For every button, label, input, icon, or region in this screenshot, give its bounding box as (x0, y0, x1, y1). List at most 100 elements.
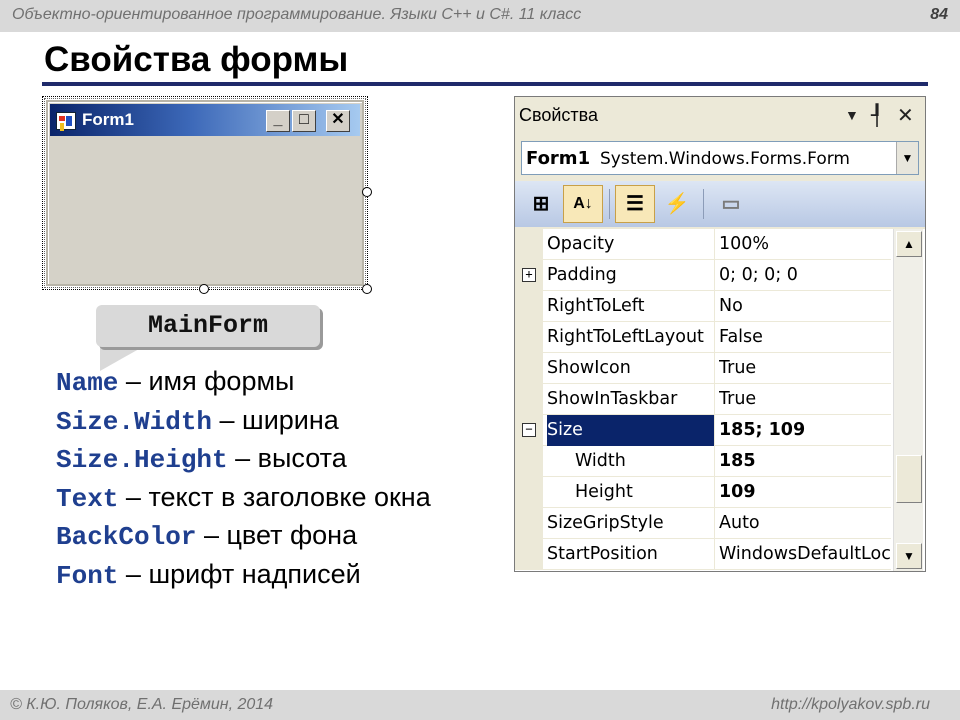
property-code: Font (56, 560, 119, 591)
list-item: Font – шрифт надписей (56, 559, 431, 598)
properties-title: Свойства (519, 105, 599, 125)
row-margin (515, 539, 543, 570)
property-description: – имя формы (118, 366, 295, 396)
categorized-icon[interactable]: ⊞ (521, 185, 561, 223)
bottom-bar: © К.Ю. Поляков, Е.А. Ерёмин, 2014 http:/… (0, 690, 960, 720)
table-row[interactable]: Opacity 100% (515, 229, 891, 260)
property-value[interactable]: 100% (719, 229, 891, 260)
property-value[interactable]: No (719, 291, 891, 322)
vertical-scrollbar[interactable]: ▲ ▼ (893, 229, 923, 571)
object-selector[interactable]: Form1 System.Windows.Forms.Form ▼ (521, 141, 919, 175)
list-item: Name – имя формы (56, 366, 431, 405)
footer-authors: © К.Ю. Поляков, Е.А. Ерёмин, 2014 (10, 696, 274, 713)
property-pages-icon[interactable]: ▭ (711, 185, 751, 223)
row-margin: − (515, 415, 543, 446)
property-value[interactable]: 185 (719, 446, 891, 477)
minimize-button[interactable]: _ (266, 110, 290, 132)
property-name[interactable]: Width (547, 446, 715, 477)
property-code: Size.Width (56, 406, 213, 437)
list-item: Size.Width – ширина (56, 405, 431, 444)
footer-url[interactable]: http://kpolyakov.spb.ru (771, 696, 930, 714)
property-description: – текст в заголовке окна (118, 481, 431, 512)
property-grid: Opacity 100% + Padding 0; 0; 0; 0 RightT… (515, 229, 925, 571)
resize-handle-corner[interactable] (362, 284, 372, 294)
property-value[interactable]: WindowsDefaultLocation (719, 539, 891, 570)
properties-header: Свойства ▼ ┦ ✕ (515, 97, 925, 133)
form-name-callout: MainForm (96, 305, 320, 347)
property-value[interactable]: True (719, 384, 891, 415)
property-name[interactable]: RightToLeft (547, 291, 715, 322)
collapse-minus-icon[interactable]: − (522, 423, 536, 437)
pin-icon[interactable]: ┦ (871, 103, 883, 128)
property-code: Size.Height (56, 445, 228, 475)
property-description: – ширина (212, 404, 339, 435)
designer-form[interactable]: Form1 _ □ ✕ (46, 100, 364, 286)
scroll-thumb[interactable] (896, 455, 922, 503)
table-row[interactable]: ShowIcon True (515, 353, 891, 384)
table-row[interactable]: + Padding 0; 0; 0; 0 (515, 260, 891, 291)
close-icon[interactable]: ✕ (897, 103, 914, 128)
table-row[interactable]: Width 185 (515, 446, 891, 477)
row-margin (515, 508, 543, 539)
row-margin: + (515, 260, 543, 291)
property-value[interactable]: True (719, 353, 891, 384)
form-titlebar[interactable]: Form1 _ □ ✕ (50, 104, 360, 136)
property-name[interactable]: ShowInTaskbar (547, 384, 715, 415)
property-code: BackColor (56, 522, 197, 552)
table-row[interactable]: SizeGripStyle Auto (515, 508, 891, 539)
table-row[interactable]: ShowInTaskbar True (515, 384, 891, 415)
property-value[interactable]: 185; 109 (719, 415, 891, 446)
alphabetical-sort-icon[interactable]: A↓ (563, 185, 603, 223)
row-margin (515, 322, 543, 353)
table-row[interactable]: StartPosition WindowsDefaultLocation (515, 539, 891, 570)
table-row[interactable]: RightToLeftLayout False (515, 322, 891, 353)
resize-handle-right[interactable] (362, 187, 372, 197)
close-button[interactable]: ✕ (326, 110, 350, 132)
property-description: – высота (227, 443, 347, 473)
scroll-down-icon[interactable]: ▼ (896, 543, 922, 569)
row-margin (515, 353, 543, 384)
toolbar-separator (609, 189, 610, 219)
maximize-button[interactable]: □ (292, 110, 316, 132)
toolbar-separator (703, 189, 704, 219)
top-bar: Объектно-ориентированное программировани… (0, 0, 960, 32)
form-app-icon (56, 112, 76, 130)
panel-menu-dropdown-icon[interactable]: ▼ (845, 107, 859, 123)
property-name[interactable]: StartPosition (547, 539, 715, 570)
course-title: Объектно-ориентированное программировани… (12, 6, 582, 23)
property-name[interactable]: ShowIcon (547, 353, 715, 384)
property-value[interactable]: Auto (719, 508, 891, 539)
property-name[interactable]: Size (547, 415, 715, 446)
events-lightning-icon[interactable]: ⚡ (657, 185, 697, 223)
properties-window: Свойства ▼ ┦ ✕ Form1 System.Windows.Form… (514, 96, 926, 572)
table-row[interactable]: − Size 185; 109 (515, 415, 891, 446)
scroll-up-icon[interactable]: ▲ (896, 231, 922, 257)
property-name[interactable]: Padding (547, 260, 715, 291)
table-row[interactable]: RightToLeft No (515, 291, 891, 322)
chevron-down-icon[interactable]: ▼ (896, 142, 918, 174)
selected-object-type: System.Windows.Forms.Form (600, 149, 850, 169)
property-value[interactable]: False (719, 322, 891, 353)
property-value[interactable]: 0; 0; 0; 0 (719, 260, 891, 291)
property-value[interactable]: 109 (719, 477, 891, 508)
table-row[interactable]: Height 109 (515, 477, 891, 508)
row-margin (515, 229, 543, 260)
property-code: Name (56, 368, 119, 398)
list-item: Size.Height – высота (56, 443, 431, 482)
properties-view-icon[interactable]: ☰ (615, 185, 655, 223)
row-margin (515, 384, 543, 415)
title-divider (42, 82, 928, 86)
property-name[interactable]: Height (547, 477, 715, 508)
property-name[interactable]: SizeGripStyle (547, 508, 715, 539)
row-margin (515, 446, 543, 477)
callout-text: MainForm (147, 311, 269, 340)
property-name[interactable]: RightToLeftLayout (547, 322, 715, 353)
form-title: Form1 (82, 110, 134, 129)
resize-handle-bottom[interactable] (199, 284, 209, 294)
list-item: Text – текст в заголовке окна (56, 482, 431, 521)
list-item: BackColor – цвет фона (56, 520, 431, 559)
expand-plus-icon[interactable]: + (522, 268, 536, 282)
property-name[interactable]: Opacity (547, 229, 715, 260)
page-number: 84 (930, 6, 948, 23)
property-description: – цвет фона (196, 520, 358, 550)
